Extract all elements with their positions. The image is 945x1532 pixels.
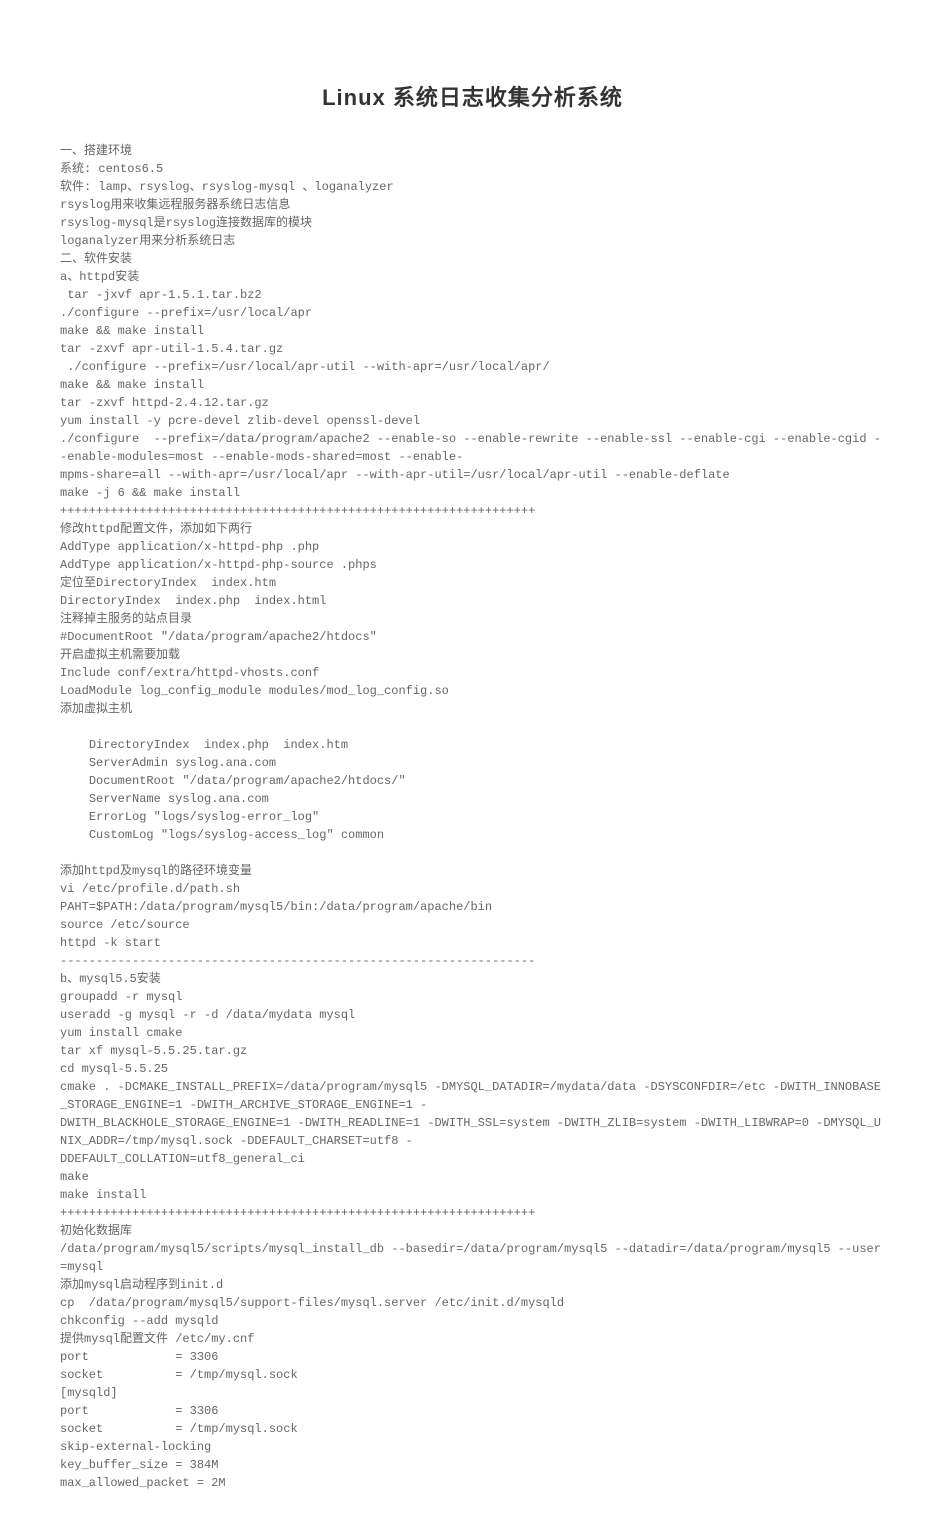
text-line: DDEFAULT_COLLATION=utf8_general_ci [60,1150,885,1168]
text-line: #DocumentRoot "/data/program/apache2/htd… [60,628,885,646]
text-line: ++++++++++++++++++++++++++++++++++++++++… [60,502,885,520]
text-line: port = 3306 [60,1348,885,1366]
text-line: make [60,1168,885,1186]
text-line: vi /etc/profile.d/path.sh [60,880,885,898]
text-line: ++++++++++++++++++++++++++++++++++++++++… [60,1204,885,1222]
text-line: cd mysql-5.5.25 [60,1060,885,1078]
text-line: rsyslog用来收集远程服务器系统日志信息 [60,196,885,214]
text-line: make && make install [60,322,885,340]
text-line: 修改httpd配置文件，添加如下两行 [60,520,885,538]
text-line: DocumentRoot "/data/program/apache2/htdo… [60,772,885,790]
text-line: [mysqld] [60,1384,885,1402]
text-line: AddType application/x-httpd-php .php [60,538,885,556]
text-line: PAHT=$PATH:/data/program/mysql5/bin:/dat… [60,898,885,916]
text-line: ----------------------------------------… [60,952,885,970]
text-line: make install [60,1186,885,1204]
text-line: key_buffer_size = 384M [60,1456,885,1474]
text-line: tar -zxvf httpd-2.4.12.tar.gz [60,394,885,412]
text-line: b、mysql5.5安装 [60,970,885,988]
text-line: skip-external-locking [60,1438,885,1456]
document-page: Linux 系统日志收集分析系统 一、搭建环境系统: centos6.5软件: … [0,0,945,1532]
text-line: /data/program/mysql5/scripts/mysql_insta… [60,1240,885,1276]
text-line: ErrorLog "logs/syslog-error_log" [60,808,885,826]
text-line: max_allowed_packet = 2M [60,1474,885,1492]
text-line: LoadModule log_config_module modules/mod… [60,682,885,700]
text-line: cp /data/program/mysql5/support-files/my… [60,1294,885,1312]
text-line: make && make install [60,376,885,394]
text-line: 系统: centos6.5 [60,160,885,178]
text-line: useradd -g mysql -r -d /data/mydata mysq… [60,1006,885,1024]
text-line: ./configure --prefix=/usr/local/apr-util… [60,358,885,376]
text-line: 初始化数据库 [60,1222,885,1240]
text-line: make -j 6 && make install [60,484,885,502]
text-line: loganalyzer用来分析系统日志 [60,232,885,250]
text-line: cmake . -DCMAKE_INSTALL_PREFIX=/data/pro… [60,1078,885,1114]
text-line: chkconfig --add mysqld [60,1312,885,1330]
text-line: ./configure --prefix=/data/program/apach… [60,430,885,466]
text-line: 添加httpd及mysql的路径环境变量 [60,862,885,880]
text-line: socket = /tmp/mysql.sock [60,1366,885,1384]
text-line: yum install cmake [60,1024,885,1042]
text-line: 提供mysql配置文件 /etc/my.cnf [60,1330,885,1348]
text-line: httpd -k start [60,934,885,952]
text-line [60,718,885,736]
text-line: tar -jxvf apr-1.5.1.tar.bz2 [60,286,885,304]
text-line: source /etc/source [60,916,885,934]
text-line: 注释掉主服务的站点目录 [60,610,885,628]
text-line: 二、软件安装 [60,250,885,268]
text-line [60,844,885,862]
text-line: socket = /tmp/mysql.sock [60,1420,885,1438]
text-line: port = 3306 [60,1402,885,1420]
text-line: CustomLog "logs/syslog-access_log" commo… [60,826,885,844]
text-line: rsyslog-mysql是rsyslog连接数据库的模块 [60,214,885,232]
text-line: AddType application/x-httpd-php-source .… [60,556,885,574]
page-title: Linux 系统日志收集分析系统 [60,80,885,112]
text-line: Include conf/extra/httpd-vhosts.conf [60,664,885,682]
text-line: DWITH_BLACKHOLE_STORAGE_ENGINE=1 -DWITH_… [60,1114,885,1150]
document-body: 一、搭建环境系统: centos6.5软件: lamp、rsyslog、rsys… [60,142,885,1492]
text-line: mpms-share=all --with-apr=/usr/local/apr… [60,466,885,484]
text-line: tar -zxvf apr-util-1.5.4.tar.gz [60,340,885,358]
text-line: ServerAdmin syslog.ana.com [60,754,885,772]
text-line: DirectoryIndex index.php index.html [60,592,885,610]
text-line: 添加虚拟主机 [60,700,885,718]
text-line: tar xf mysql-5.5.25.tar.gz [60,1042,885,1060]
text-line: ./configure --prefix=/usr/local/apr [60,304,885,322]
text-line: a、httpd安装 [60,268,885,286]
text-line: DirectoryIndex index.php index.htm [60,736,885,754]
text-line: groupadd -r mysql [60,988,885,1006]
text-line: 一、搭建环境 [60,142,885,160]
text-line: 软件: lamp、rsyslog、rsyslog-mysql 、loganaly… [60,178,885,196]
text-line: 开启虚拟主机需要加载 [60,646,885,664]
text-line: 定位至DirectoryIndex index.htm [60,574,885,592]
text-line: yum install -y pcre-devel zlib-devel ope… [60,412,885,430]
text-line: ServerName syslog.ana.com [60,790,885,808]
text-line: 添加mysql启动程序到init.d [60,1276,885,1294]
